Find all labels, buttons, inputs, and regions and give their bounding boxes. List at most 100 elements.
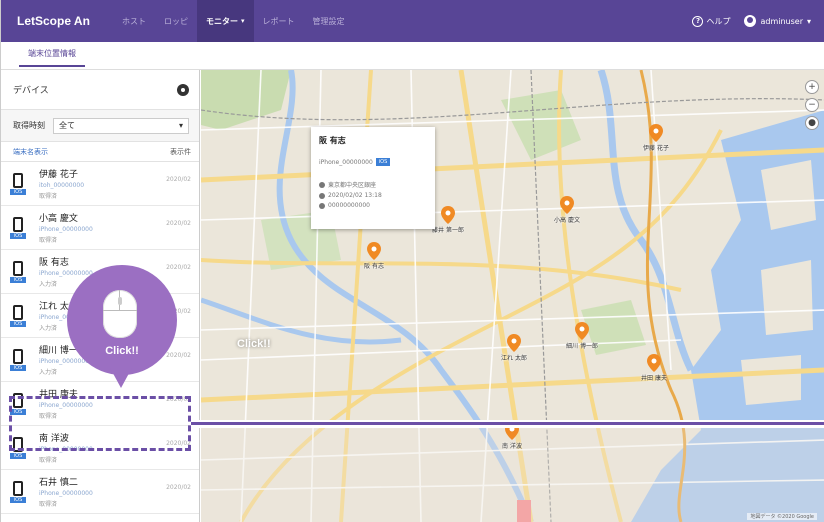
map-pin-label: 藤井 第一郎 (432, 227, 464, 234)
popup-time-row: 2020/02/02 13:18 (319, 192, 427, 199)
map-pin-label: 江れ 太郎 (501, 355, 527, 362)
chevron-down-icon: ▾ (178, 121, 183, 130)
location-pin-icon (647, 354, 661, 372)
smartphone-icon: iOS (10, 349, 26, 371)
map-pin[interactable]: 細川 博一郎 (566, 322, 598, 350)
popup-user-name: 阪 有志 (319, 136, 346, 145)
smartphone-icon: iOS (10, 217, 26, 239)
mouse-icon (103, 290, 137, 338)
click-callout-text: Click!! (105, 345, 139, 357)
popup-phone-row: 00000000000 (319, 202, 427, 209)
nav-item-report[interactable]: レポート (254, 0, 304, 42)
device-header: デバイス (1, 70, 199, 110)
device-user-name: 石井 慎二 (39, 478, 78, 488)
location-pin-icon (560, 196, 574, 214)
map-pin-label: 南 洋波 (502, 443, 522, 450)
filter-select[interactable]: 全て ▾ (53, 117, 189, 134)
device-status: 取得済 (39, 193, 58, 200)
smartphone-icon: iOS (10, 481, 26, 503)
map-pin[interactable]: 江れ 太郎 (501, 334, 527, 362)
device-label: デバイス (13, 86, 49, 96)
map-pin-label: 小高 慶文 (554, 217, 580, 224)
zoom-out-button[interactable]: − (805, 98, 819, 112)
map-pin[interactable]: 阪 有志 (364, 242, 384, 270)
nav-item-lock[interactable]: ロッピ (155, 0, 197, 42)
smartphone-icon: iOS (10, 305, 26, 327)
location-pin-icon (367, 242, 381, 260)
zoom-in-button[interactable]: + (805, 80, 819, 94)
popup-address-row: 東京都中央区銀座 (319, 180, 427, 189)
list-item[interactable]: iOS 石井 慎二 iPhone_00000000 取得済 2020/02 (1, 470, 199, 514)
device-status: 取得済 (39, 501, 58, 508)
location-pin-icon (441, 206, 455, 224)
nav-item-monitor[interactable]: モニター ▾ (197, 0, 254, 42)
device-user-name: 伊藤 花子 (39, 170, 78, 180)
map-pin-label: 井田 康夫 (641, 375, 667, 382)
user-icon (744, 15, 757, 27)
phone-icon (319, 202, 325, 209)
top-right-controls: ? ヘルプ adminuser ▾ (692, 15, 824, 27)
brand-logo[interactable]: LetScope An (1, 14, 113, 28)
smartphone-icon: iOS (10, 173, 26, 195)
device-last-seen: 2020/02 (166, 484, 191, 491)
map-pin-label: 阪 有志 (364, 263, 384, 270)
gear-icon[interactable] (177, 83, 189, 96)
device-last-seen: 2020/02 (166, 220, 191, 227)
map-click-annotation: Click!! (237, 338, 271, 350)
map-attribution: 地図データ ©2020 Google (747, 513, 817, 520)
filter-label: 取得時刻 (13, 121, 45, 130)
location-pin-icon (575, 322, 589, 340)
map-pin-label: 伊藤 花子 (643, 145, 669, 152)
location-pin-icon (507, 334, 521, 352)
nav-item-host[interactable]: ホスト (113, 0, 155, 42)
device-id: iPhone_00000000 (39, 226, 93, 233)
zoom-controls: + − ● (805, 80, 819, 130)
selected-device-highlight (9, 396, 191, 451)
device-status: 入力済 (39, 369, 58, 376)
count-display[interactable]: 表示件 (170, 147, 191, 157)
device-id: iPhone_00000000 (39, 270, 93, 277)
map-pin[interactable]: 藤井 第一郎 (432, 206, 464, 234)
map-view[interactable]: + − ● 阪 有志 藤井 第一郎 小高 慶文 伊藤 花子 江れ 太郎 細川 博一郎 井田 … (201, 70, 824, 522)
chevron-down-icon: ▾ (241, 17, 245, 25)
smartphone-icon: iOS (10, 261, 26, 283)
street-view-icon[interactable]: ● (805, 116, 819, 130)
list-item[interactable]: iOS 伊藤 花子 itoh_00000000 取得済 2020/02 (1, 162, 199, 206)
list-item[interactable]: iOS 小高 慶文 iPhone_00000000 取得済 2020/02 (1, 206, 199, 250)
location-info-popup: 阪 有志 iPhone_00000000 iOS 東京都中央区銀座 2020/0… (311, 127, 435, 229)
device-last-seen: 2020/02 (166, 264, 191, 271)
time-filter: 取得時刻 全て ▾ (1, 110, 199, 142)
location-pin-icon (319, 181, 325, 188)
map-pin-label: 細川 博一郎 (566, 343, 598, 350)
map-pin[interactable]: 井田 康夫 (641, 354, 667, 382)
device-user-name: 小高 慶文 (39, 214, 78, 224)
os-badge: iOS (375, 158, 391, 166)
top-navigation-bar: LetScope An ホスト ロッピ モニター ▾ レポート 管理設定 ? ヘル… (1, 0, 824, 42)
help-icon: ? (692, 15, 704, 27)
device-last-seen: 2020/02 (166, 176, 191, 183)
map-canvas (201, 70, 824, 522)
split-divider (191, 420, 824, 428)
device-id: itoh_00000000 (39, 182, 85, 189)
app-window: LetScope An ホスト ロッピ モニター ▾ レポート 管理設定 ? ヘル… (0, 0, 824, 522)
tab-device-location[interactable]: 端末位置情報 (19, 48, 85, 67)
device-id: iPhone_00000000 (39, 490, 93, 497)
popup-device: iPhone_00000000 (319, 158, 373, 166)
popup-device-row: iPhone_00000000 iOS (319, 158, 427, 166)
click-callout-tail (109, 366, 133, 388)
device-status: 取得済 (39, 237, 58, 244)
map-pin[interactable]: 小高 慶文 (554, 196, 580, 224)
clock-icon (319, 192, 325, 199)
sub-tab-bar: 端末位置情報 (1, 42, 824, 70)
help-link[interactable]: ? ヘルプ (692, 15, 730, 27)
device-status: 取得済 (39, 457, 58, 464)
map-pin[interactable]: 伊藤 花子 (643, 124, 669, 152)
chevron-down-icon: ▾ (806, 16, 811, 26)
device-user-name: 阪 有志 (39, 258, 69, 268)
device-list-header: 端末名表示 表示件 (1, 142, 199, 162)
location-pin-icon (649, 124, 663, 142)
name-display-toggle[interactable]: 端末名表示 (13, 147, 48, 157)
main-nav: ホスト ロッピ モニター ▾ レポート 管理設定 (113, 0, 354, 42)
nav-item-settings[interactable]: 管理設定 (304, 0, 354, 42)
user-menu[interactable]: adminuser ▾ (744, 15, 811, 27)
